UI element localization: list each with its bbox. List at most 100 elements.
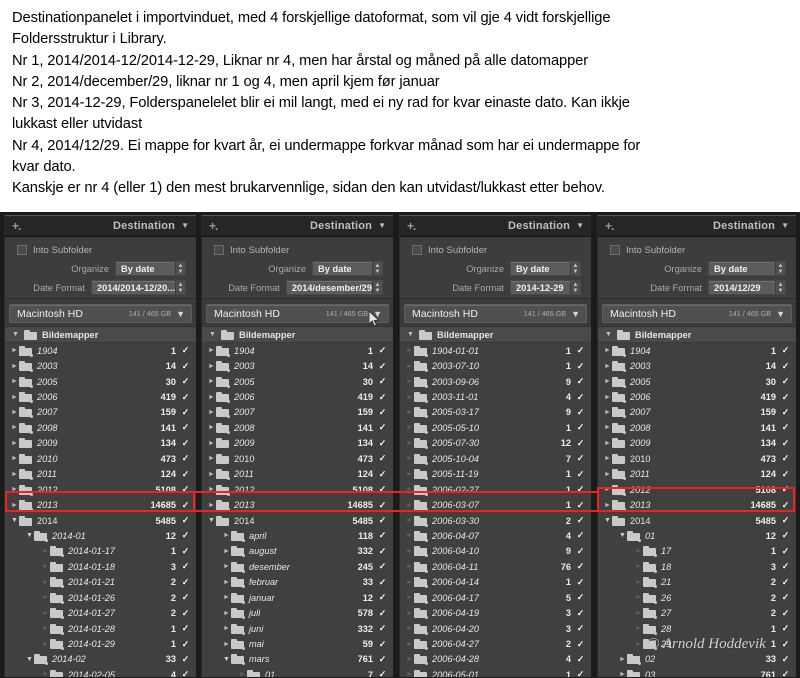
into-subfolder-checkbox[interactable] <box>214 245 224 255</box>
organize-select[interactable]: By date ▲ ▼ <box>708 261 786 276</box>
disclosure-triangle-icon[interactable]: ► <box>222 594 231 601</box>
folder-row[interactable]: ► 2011 124 ✓ <box>202 467 393 482</box>
disclosure-triangle-icon[interactable]: ► <box>405 347 414 354</box>
disclosure-triangle-icon[interactable]: ▼ <box>207 517 216 524</box>
folder-row[interactable]: ▼ 2014-02 33 ✓ <box>5 652 196 667</box>
disclosure-triangle-icon[interactable]: ► <box>634 641 643 648</box>
folder-checkmark-icon[interactable]: ✓ <box>378 516 387 525</box>
date-format-select[interactable]: 2014/2014-12/20... ▲ ▼ <box>90 280 186 295</box>
chevron-down-icon[interactable]: ▼ <box>176 309 191 319</box>
folder-checkmark-icon[interactable]: ✓ <box>576 593 585 602</box>
disclosure-triangle-icon[interactable]: ► <box>10 440 19 447</box>
folder-checkmark-icon[interactable]: ✓ <box>378 346 387 355</box>
tree-root-row[interactable]: ▼ Bildemapper <box>202 327 393 343</box>
chevron-down-icon[interactable]: ▼ <box>373 309 388 319</box>
folder-row[interactable]: ► 2014-01-21 2 ✓ <box>5 575 196 590</box>
folder-row[interactable]: ► 2014-02-05 4 ✓ <box>5 667 196 677</box>
folder-checkmark-icon[interactable]: ✓ <box>781 531 790 540</box>
folder-checkmark-icon[interactable]: ✓ <box>181 438 190 448</box>
folder-checkmark-icon[interactable]: ✓ <box>181 346 190 355</box>
folder-checkmark-icon[interactable]: ✓ <box>181 485 190 494</box>
folder-checkmark-icon[interactable]: ✓ <box>576 361 585 371</box>
folder-checkmark-icon[interactable]: ✓ <box>181 608 190 618</box>
folder-row[interactable]: ▼ 2014 5485 ✓ <box>202 513 393 528</box>
folder-row[interactable]: ► 2005 30 ✓ <box>202 374 393 389</box>
disclosure-triangle-icon[interactable]: ► <box>41 625 50 632</box>
folder-row[interactable]: ► 2014-01-26 2 ✓ <box>5 590 196 605</box>
folder-row[interactable]: ► 2013 14685 ✓ <box>598 497 796 512</box>
disclosure-triangle-icon[interactable]: ► <box>41 548 50 555</box>
folder-checkmark-icon[interactable]: ✓ <box>781 624 790 633</box>
folder-checkmark-icon[interactable]: ✓ <box>378 438 387 448</box>
folder-row[interactable]: ► juli 578 ✓ <box>202 605 393 620</box>
folder-row[interactable]: ► 27 2 ✓ <box>598 605 796 620</box>
folder-row[interactable]: ► 2006-02-27 1 ✓ <box>400 482 591 497</box>
disclosure-triangle-icon[interactable]: ▼ <box>618 532 627 539</box>
date-format-select[interactable]: 2014/12/29 ▲ ▼ <box>708 280 786 295</box>
disclosure-triangle-icon[interactable]: ► <box>222 579 231 586</box>
disclosure-triangle-icon[interactable]: ► <box>405 625 414 632</box>
disclosure-triangle-icon[interactable]: ► <box>238 671 247 677</box>
folder-row[interactable]: ► 2008 141 ✓ <box>598 420 796 435</box>
stepper-icon[interactable]: ▲ ▼ <box>570 281 580 294</box>
folder-checkmark-icon[interactable]: ✓ <box>378 639 387 649</box>
into-subfolder-row[interactable]: Into Subfolder <box>400 242 591 258</box>
disclosure-triangle-icon[interactable]: ► <box>222 625 231 632</box>
organize-select[interactable]: By date ▲ ▼ <box>510 261 581 276</box>
date-format-select[interactable]: 2014/desember/29 ▲ ▼ <box>285 280 383 295</box>
disclosure-triangle-icon[interactable]: ► <box>603 471 612 478</box>
folder-row[interactable]: ► 02 33 ✓ <box>598 652 796 667</box>
folder-row[interactable]: ► 2010 473 ✓ <box>202 451 393 466</box>
disclosure-triangle-icon[interactable]: ▼ <box>604 331 613 338</box>
chevron-down-icon[interactable]: ▼ <box>576 222 584 230</box>
disclosure-triangle-icon[interactable]: ► <box>405 594 414 601</box>
folder-checkmark-icon[interactable]: ✓ <box>576 577 585 587</box>
disclosure-triangle-icon[interactable]: ► <box>603 394 612 401</box>
folder-checkmark-icon[interactable]: ✓ <box>576 654 585 664</box>
folder-checkmark-icon[interactable]: ✓ <box>781 546 790 556</box>
folder-checkmark-icon[interactable]: ✓ <box>378 593 387 602</box>
folder-checkmark-icon[interactable]: ✓ <box>781 392 790 402</box>
volume-selector[interactable]: Macintosh HD 141 / 465 GB ▼ <box>404 304 587 323</box>
disclosure-triangle-icon[interactable]: ► <box>603 440 612 447</box>
folder-checkmark-icon[interactable]: ✓ <box>576 531 585 540</box>
disclosure-triangle-icon[interactable]: ► <box>603 347 612 354</box>
folder-row[interactable]: ► 2012 5108 ✓ <box>5 482 196 497</box>
folder-row[interactable]: ► 2006-04-11 76 ✓ <box>400 559 591 574</box>
disclosure-triangle-icon[interactable]: ► <box>207 471 216 478</box>
folder-checkmark-icon[interactable]: ✓ <box>181 639 190 649</box>
folder-row[interactable]: ► 2006-04-07 4 ✓ <box>400 528 591 543</box>
folder-row[interactable]: ► 2006-04-14 1 ✓ <box>400 575 591 590</box>
disclosure-triangle-icon[interactable]: ► <box>405 455 414 462</box>
disclosure-triangle-icon[interactable]: ▼ <box>25 656 34 663</box>
folder-checkmark-icon[interactable]: ✓ <box>576 624 585 633</box>
disclosure-triangle-icon[interactable]: ▼ <box>603 517 612 524</box>
tree-root-row[interactable]: ▼ Bildemapper <box>400 327 591 343</box>
disclosure-triangle-icon[interactable]: ► <box>222 610 231 617</box>
folder-row[interactable]: ► 2007 159 ✓ <box>598 405 796 420</box>
volume-selector[interactable]: Macintosh HD 141 / 465 GB ▼ <box>602 304 792 323</box>
folder-row[interactable]: ► 2003 14 ✓ <box>5 358 196 373</box>
folder-row[interactable]: ► august 332 ✓ <box>202 544 393 559</box>
folder-row[interactable]: ► 2006 419 ✓ <box>5 389 196 404</box>
folder-row[interactable]: ► januar 12 ✓ <box>202 590 393 605</box>
folder-checkmark-icon[interactable]: ✓ <box>576 639 585 649</box>
into-subfolder-row[interactable]: Into Subfolder <box>5 242 196 258</box>
chevron-down-icon[interactable]: ▼ <box>571 309 586 319</box>
disclosure-triangle-icon[interactable]: ► <box>10 363 19 370</box>
folder-row[interactable]: ► 2003 14 ✓ <box>202 358 393 373</box>
chevron-down-icon[interactable]: ▼ <box>181 222 189 230</box>
chevron-down-icon[interactable]: ▼ <box>781 222 789 230</box>
folder-row[interactable]: ► 2014-01-29 1 ✓ <box>5 636 196 651</box>
folder-checkmark-icon[interactable]: ✓ <box>576 562 585 571</box>
disclosure-triangle-icon[interactable]: ► <box>405 440 414 447</box>
folder-checkmark-icon[interactable]: ✓ <box>576 485 585 494</box>
folder-checkmark-icon[interactable]: ✓ <box>781 562 790 571</box>
disclosure-triangle-icon[interactable]: ► <box>10 455 19 462</box>
folder-row[interactable]: ► 2006-04-27 2 ✓ <box>400 636 591 651</box>
disclosure-triangle-icon[interactable]: ► <box>618 656 627 663</box>
disclosure-triangle-icon[interactable]: ► <box>405 517 414 524</box>
disclosure-triangle-icon[interactable]: ► <box>10 502 19 509</box>
folder-checkmark-icon[interactable]: ✓ <box>576 500 585 510</box>
disclosure-triangle-icon[interactable]: ► <box>222 563 231 570</box>
